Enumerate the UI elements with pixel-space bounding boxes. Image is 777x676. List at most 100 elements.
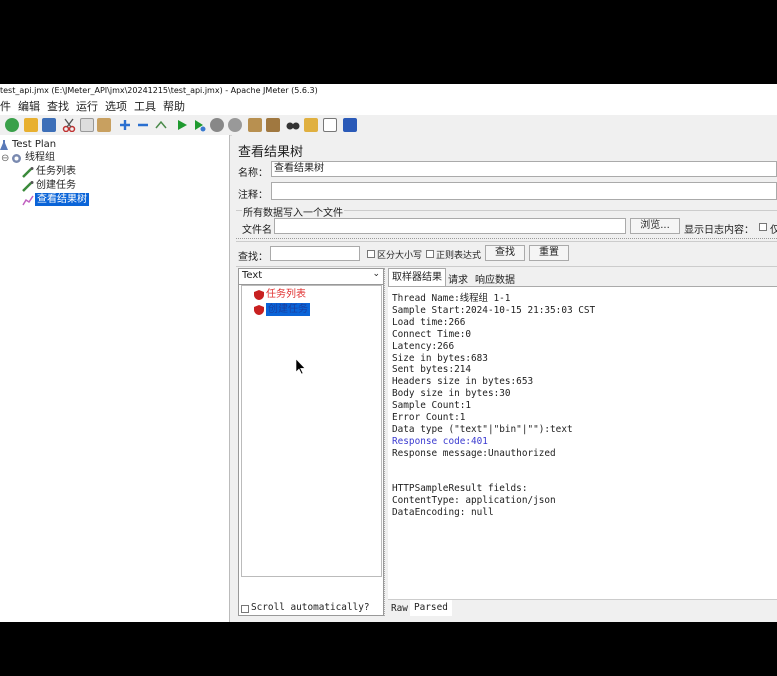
test-plan-tree: Test Plan ⊖ 线程组 任务列表 创建任务 查看结果树 bbox=[0, 135, 230, 622]
detail-tabs: 取样器结果 请求 响应数据 bbox=[388, 268, 777, 287]
start-no-pause-icon[interactable] bbox=[192, 118, 206, 132]
comment-field[interactable] bbox=[271, 182, 777, 200]
reset-button[interactable]: 重置 bbox=[529, 245, 569, 261]
menu-file[interactable]: 件 bbox=[0, 98, 11, 115]
tab-raw[interactable]: Raw bbox=[391, 603, 408, 614]
scroll-auto-label: Scroll automatically? bbox=[251, 602, 370, 613]
sample-tree: 任务列表 创建任务 bbox=[241, 285, 382, 577]
templates-icon[interactable] bbox=[5, 118, 19, 132]
results-list-pane: Text ⌄ 任务列表 创建任务 Scroll automatically? bbox=[238, 268, 384, 616]
cut-icon[interactable] bbox=[62, 118, 76, 132]
sampler-pipette-icon bbox=[22, 181, 34, 192]
menu-tools[interactable]: 工具 bbox=[134, 98, 156, 115]
tree-node-task-list[interactable]: 任务列表 bbox=[36, 165, 76, 178]
detail-pane: 取样器结果 请求 响应数据 Thread Name:线程组 1-1 Sample … bbox=[388, 268, 777, 616]
scroll-auto-checkbox[interactable] bbox=[241, 605, 249, 613]
log-label: 显示日志内容： bbox=[684, 225, 754, 236]
window-title: test_api.jmx (E:\JMeter_API\jmx\20241215… bbox=[0, 84, 777, 98]
result-line: Error Count:1 bbox=[392, 412, 466, 423]
clear-all-icon[interactable] bbox=[266, 118, 280, 132]
result-line: HTTPSampleResult fields: bbox=[392, 483, 528, 495]
case-sensitive-label: 区分大小写 bbox=[377, 251, 423, 261]
gear-icon bbox=[12, 154, 21, 163]
filename-field[interactable] bbox=[274, 218, 626, 234]
renderer-select[interactable]: Text ⌄ bbox=[239, 269, 383, 285]
tree-expand-icon[interactable]: ⊖ bbox=[1, 152, 9, 165]
menu-edit[interactable]: 编辑 bbox=[18, 98, 40, 115]
result-line: Connect Time:0 bbox=[392, 328, 472, 340]
result-line: Thread Name:线程组 1-1 bbox=[392, 293, 511, 304]
result-line: ContentType: application/json bbox=[392, 495, 556, 507]
paste-icon[interactable] bbox=[97, 118, 111, 132]
collapse-icon[interactable] bbox=[136, 118, 150, 132]
file-section-title: 所有数据写入一个文件 bbox=[242, 204, 344, 219]
result-line: Headers size in bytes:653 bbox=[392, 376, 534, 388]
result-line: Sample Start:2024-10-15 21:35:03 CST bbox=[392, 304, 596, 316]
find-button[interactable]: 查找 bbox=[485, 245, 525, 261]
tab-parsed[interactable]: Parsed bbox=[410, 600, 452, 616]
browse-button[interactable]: 浏览... bbox=[630, 218, 680, 234]
result-line: Sample Count:1 bbox=[392, 400, 472, 412]
tab-sampler-result[interactable]: 取样器结果 bbox=[388, 268, 446, 286]
menu-help[interactable]: 帮助 bbox=[163, 98, 185, 115]
tree-node-create-task[interactable]: 创建任务 bbox=[36, 179, 76, 192]
toggle-icon[interactable] bbox=[154, 118, 168, 132]
open-folder-icon[interactable] bbox=[24, 118, 38, 132]
jmeter-window: test_api.jmx (E:\JMeter_API\jmx\20241215… bbox=[0, 84, 777, 622]
save-icon[interactable] bbox=[42, 118, 56, 132]
sampler-result-text: Thread Name:线程组 1-1 Sample Start:2024-10-… bbox=[388, 287, 777, 599]
stop-icon[interactable] bbox=[210, 118, 224, 132]
splitter-divider[interactable] bbox=[236, 238, 777, 239]
result-line: Sent bytes:214 bbox=[392, 364, 472, 376]
listener-chart-icon bbox=[22, 195, 34, 206]
tab-response-data[interactable]: 响应数据 bbox=[475, 271, 515, 286]
name-label: 名称： bbox=[238, 168, 268, 179]
expand-icon[interactable] bbox=[118, 118, 132, 132]
menu-options[interactable]: 选项 bbox=[105, 98, 127, 115]
regex-checkbox[interactable] bbox=[426, 250, 434, 258]
binoculars-icon[interactable] bbox=[286, 118, 300, 132]
result-line: Size in bytes:683 bbox=[392, 352, 488, 364]
menu-bar: 件编辑 查找 运行 选项 工具 帮助 bbox=[0, 98, 777, 115]
function-helper-icon[interactable] bbox=[323, 118, 337, 132]
sample-item-task-list[interactable]: 任务列表 bbox=[266, 288, 306, 301]
shutdown-icon[interactable] bbox=[228, 118, 242, 132]
result-line: Load time:266 bbox=[392, 316, 466, 328]
result-line: Data type ("text"|"bin"|""):text bbox=[392, 423, 573, 435]
error-shield-icon bbox=[254, 290, 264, 300]
search-bar: 查找： 区分大小写 正则表达式 查找 重置 bbox=[236, 241, 777, 267]
result-line: Response code:401 bbox=[392, 435, 488, 447]
result-line: Response message:Unauthorized bbox=[392, 447, 556, 459]
reset-search-icon[interactable] bbox=[304, 118, 318, 132]
tree-node-view-results-tree[interactable]: 查看结果树 bbox=[35, 193, 89, 206]
name-field[interactable]: 查看结果树 bbox=[271, 161, 777, 177]
search-label: 查找： bbox=[238, 252, 268, 263]
menu-search[interactable]: 查找 bbox=[47, 98, 69, 115]
regex-label: 正则表达式 bbox=[436, 251, 482, 261]
bottom-tabs: Raw Parsed bbox=[388, 599, 777, 617]
menu-run[interactable]: 运行 bbox=[76, 98, 98, 115]
result-line: Latency:266 bbox=[392, 340, 455, 352]
chevron-down-icon: ⌄ bbox=[372, 269, 380, 279]
tab-request[interactable]: 请求 bbox=[448, 271, 468, 286]
result-line: Body size in bytes:30 bbox=[392, 388, 511, 400]
tree-node-test-plan[interactable]: Test Plan bbox=[12, 138, 56, 151]
error-shield-icon bbox=[254, 305, 264, 315]
mouse-cursor-icon bbox=[296, 359, 306, 375]
help-icon[interactable] bbox=[343, 118, 357, 132]
start-icon[interactable] bbox=[175, 118, 189, 132]
errors-only-label: 仅 bbox=[770, 225, 777, 236]
copy-icon[interactable] bbox=[80, 118, 94, 132]
errors-only-checkbox[interactable] bbox=[759, 223, 767, 231]
clear-icon[interactable] bbox=[248, 118, 262, 132]
case-sensitive-checkbox[interactable] bbox=[367, 250, 375, 258]
tree-node-thread-group[interactable]: 线程组 bbox=[25, 151, 55, 164]
result-line: DataEncoding: null bbox=[392, 507, 494, 519]
comment-label: 注释： bbox=[238, 190, 268, 201]
view-results-tree-panel: 查看结果树 名称： 查看结果树 注释： 所有数据写入一个文件 文件名 浏览...… bbox=[232, 135, 777, 622]
sample-item-create-task[interactable]: 创建任务 bbox=[266, 303, 310, 316]
toolbar bbox=[0, 115, 777, 136]
search-input[interactable] bbox=[270, 246, 360, 261]
panel-title: 查看结果树 bbox=[238, 145, 304, 160]
sampler-pipette-icon bbox=[22, 167, 34, 178]
